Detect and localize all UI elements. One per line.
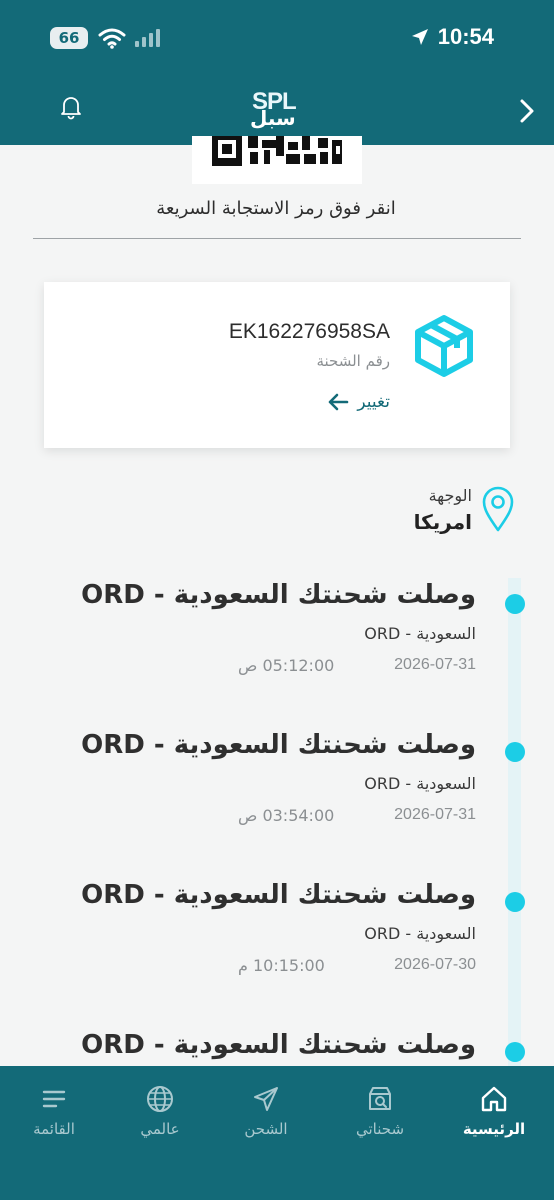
event-subtitle: السعودية - ORD [364, 924, 476, 943]
timeline-event: وصلت شحنتك السعودية - ORD [40, 1030, 540, 1066]
shipments-icon [369, 1087, 391, 1110]
location-pin-icon [482, 486, 514, 532]
event-time: 10:15:00 م [238, 956, 325, 975]
event-subtitle: السعودية - ORD [364, 624, 476, 643]
nav-global[interactable]: عالمي [110, 1084, 210, 1138]
notification-bell-icon[interactable] [58, 94, 84, 120]
menu-icon [42, 1090, 66, 1108]
header-nav: SPL سبل [0, 78, 554, 144]
timeline-dot [505, 1042, 525, 1062]
nav-home[interactable]: الرئيسية [444, 1084, 544, 1138]
nav-my-shipments-label: شحناتي [355, 1120, 405, 1138]
timeline-dot [505, 594, 525, 614]
send-icon [254, 1087, 278, 1111]
chevron-right-icon[interactable] [518, 98, 536, 124]
event-time: 05:12:00 ص [238, 656, 335, 675]
status-time: 10:54 [437, 24, 494, 49]
cellular-signal-icon [135, 29, 160, 47]
event-date: 2026-07-30 [394, 956, 476, 973]
nav-my-shipments[interactable]: شحناتي [330, 1084, 430, 1138]
nav-shipping-label: الشحن [244, 1120, 288, 1138]
event-date: 2026-07-31 [394, 656, 476, 673]
event-title: وصلت شحنتك السعودية - ORD [81, 1030, 476, 1060]
package-box-icon [415, 315, 473, 377]
home-icon [481, 1086, 507, 1112]
wifi-icon [98, 28, 126, 49]
shipment-card: EK162276958SA رقم الشحنة تغيير [44, 282, 510, 448]
battery-indicator: 66 [50, 27, 88, 49]
qr-hint-text: انقر فوق رمز الاستجابة السريعة [156, 198, 396, 219]
logo-arabic-text: سبل [250, 106, 296, 130]
destination-value: امريكا [413, 510, 472, 534]
event-title: وصلت شحنتك السعودية - ORD [81, 580, 476, 610]
timeline-dot [505, 892, 525, 912]
timeline-event: وصلت شحنتك السعودية - ORD السعودية - ORD… [40, 730, 540, 840]
timeline-dot [505, 742, 525, 762]
arrow-left-icon [329, 393, 349, 411]
event-date: 2026-07-31 [394, 806, 476, 823]
timeline-event: وصلت شحنتك السعودية - ORD السعودية - ORD… [40, 880, 540, 990]
event-title: وصلت شحنتك السعودية - ORD [81, 730, 476, 760]
change-shipment-button[interactable]: تغيير [327, 392, 390, 412]
globe-icon [147, 1086, 173, 1112]
spl-logo: SPL سبل [244, 86, 310, 132]
nav-shipping[interactable]: الشحن [216, 1084, 316, 1138]
qr-code[interactable] [192, 136, 362, 184]
bottom-navigation: الرئيسية شحناتي الشحن عالمي القائمة [0, 1066, 554, 1200]
section-divider [33, 238, 521, 239]
qr-code-pattern [212, 136, 342, 166]
clock-area: 10:54 [410, 22, 494, 52]
event-time: 03:54:00 ص [238, 806, 335, 825]
tracking-number: EK162276958SA [228, 320, 390, 343]
change-label: تغيير [357, 392, 390, 412]
event-title: وصلت شحنتك السعودية - ORD [81, 880, 476, 910]
destination-label: الوجهة [428, 486, 472, 505]
status-bar: 66 10:54 [0, 0, 554, 76]
nav-home-label: الرئيسية [462, 1120, 526, 1138]
timeline-event: وصلت شحنتك السعودية - ORD السعودية - ORD… [40, 580, 540, 690]
nav-global-label: عالمي [140, 1120, 180, 1138]
location-arrow-icon [411, 29, 428, 45]
event-subtitle: السعودية - ORD [364, 774, 476, 793]
tracking-number-label: رقم الشحنة [316, 352, 390, 370]
nav-menu[interactable]: القائمة [4, 1084, 104, 1138]
nav-menu-label: القائمة [33, 1120, 75, 1138]
top-app-bar: 66 10:54 SPL سبل [0, 0, 554, 145]
